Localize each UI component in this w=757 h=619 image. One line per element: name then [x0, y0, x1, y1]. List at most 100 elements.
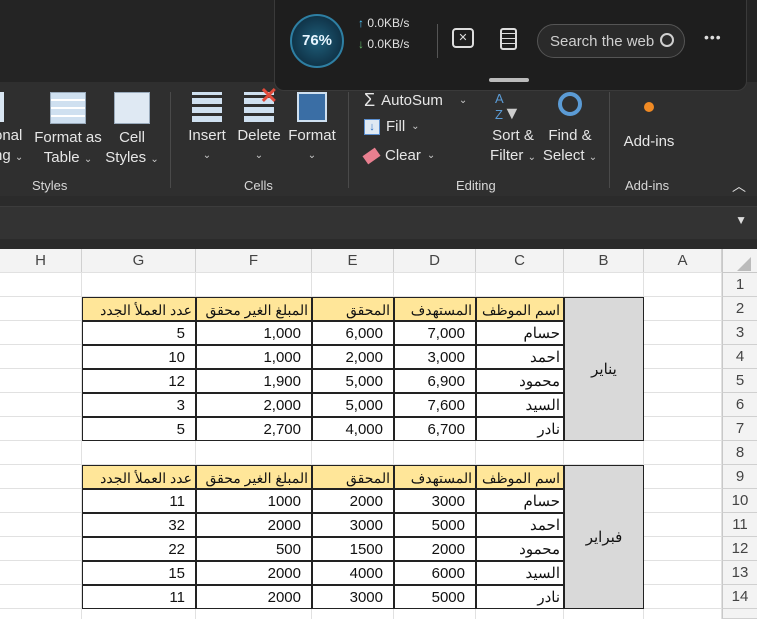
value-cell[interactable]: 2,700 — [196, 417, 312, 441]
value-cell[interactable]: 22 — [82, 537, 196, 561]
fill-button[interactable]: ↓ Fill ⌄ — [364, 118, 420, 135]
value-cell[interactable]: 5,000 — [312, 369, 394, 393]
row-header[interactable]: 2 — [722, 297, 757, 321]
employee-name-cell[interactable]: احمد — [476, 513, 564, 537]
value-cell[interactable]: 2000 — [312, 489, 394, 513]
value-cell[interactable]: 1,900 — [196, 369, 312, 393]
format-as-table-button[interactable]: Format as Table ⌄ — [32, 92, 104, 170]
collapse-ribbon-icon[interactable]: ︿ — [732, 176, 746, 196]
row-header[interactable]: 1 — [722, 273, 757, 297]
insert-button[interactable]: Insert ⌄ — [184, 92, 230, 166]
value-cell[interactable]: 5 — [82, 321, 196, 345]
chevron-down-icon: ⌄ — [14, 152, 24, 163]
employee-name-cell[interactable]: نادر — [476, 417, 564, 441]
value-cell[interactable]: 500 — [196, 537, 312, 561]
row-header[interactable] — [722, 609, 757, 619]
autosum-button[interactable]: Σ AutoSum ⌄ — [364, 90, 467, 111]
value-cell[interactable]: 1,000 — [196, 345, 312, 369]
employee-name-cell[interactable]: نادر — [476, 585, 564, 609]
employee-name-cell[interactable]: حسام — [476, 321, 564, 345]
value-cell[interactable]: 5000 — [394, 585, 476, 609]
value-cell[interactable]: 3 — [82, 393, 196, 417]
delete-label: Delete — [237, 127, 281, 144]
formula-bar[interactable]: ▼ — [0, 206, 757, 239]
find-select-button[interactable]: Find & Select ⌄ — [541, 92, 599, 168]
web-search-box[interactable]: Search the web — [537, 24, 685, 58]
value-cell[interactable]: 11 — [82, 585, 196, 609]
value-cell[interactable]: 2000 — [196, 561, 312, 585]
value-cell[interactable]: 2000 — [394, 537, 476, 561]
value-cell[interactable]: 5 — [82, 417, 196, 441]
value-cell[interactable]: 7,000 — [394, 321, 476, 345]
value-cell[interactable]: 2000 — [196, 585, 312, 609]
column-header[interactable]: C — [476, 249, 564, 273]
value-cell[interactable]: 4000 — [312, 561, 394, 585]
employee-name-cell[interactable]: احمد — [476, 345, 564, 369]
row-header[interactable]: 4 — [722, 345, 757, 369]
screenshot-tool-icon[interactable]: ✕ — [452, 28, 474, 48]
employee-name-cell[interactable]: محمود — [476, 369, 564, 393]
value-cell[interactable]: 5000 — [394, 513, 476, 537]
column-header[interactable]: H — [0, 249, 82, 273]
row-header[interactable]: 10 — [722, 489, 757, 513]
employee-name-cell[interactable]: حسام — [476, 489, 564, 513]
clear-button[interactable]: Clear ⌄ — [362, 147, 435, 164]
column-header[interactable]: E — [312, 249, 394, 273]
column-header[interactable]: B — [564, 249, 644, 273]
value-cell[interactable]: 11 — [82, 489, 196, 513]
value-cell[interactable]: 3000 — [312, 585, 394, 609]
column-header[interactable]: G — [82, 249, 196, 273]
row-header[interactable]: 5 — [722, 369, 757, 393]
row-header[interactable]: 13 — [722, 561, 757, 585]
more-options-icon[interactable]: ••• — [704, 29, 722, 45]
row-header[interactable]: 7 — [722, 417, 757, 441]
value-cell[interactable]: 1500 — [312, 537, 394, 561]
expand-formula-bar-icon[interactable]: ▼ — [735, 213, 747, 227]
speed-gauge[interactable]: 76% — [290, 14, 344, 68]
value-cell[interactable]: 4,000 — [312, 417, 394, 441]
row-header[interactable]: 12 — [722, 537, 757, 561]
month-merged-cell[interactable]: فبراير — [564, 465, 644, 609]
value-cell[interactable]: 3,000 — [394, 345, 476, 369]
delete-button[interactable]: ✕ Delete ⌄ — [234, 85, 284, 166]
value-cell[interactable]: 7,600 — [394, 393, 476, 417]
column-header[interactable]: D — [394, 249, 476, 273]
employee-name-cell[interactable]: السيد — [476, 393, 564, 417]
value-cell[interactable]: 6000 — [394, 561, 476, 585]
value-cell[interactable]: 1000 — [196, 489, 312, 513]
row-header[interactable]: 14 — [722, 585, 757, 609]
row-header[interactable]: 11 — [722, 513, 757, 537]
value-cell[interactable]: 6,000 — [312, 321, 394, 345]
employee-name-cell[interactable]: محمود — [476, 537, 564, 561]
column-header[interactable]: F — [196, 249, 312, 273]
value-cell[interactable]: 2,000 — [312, 345, 394, 369]
sort-filter-button[interactable]: A Z▼ Sort & Filter ⌄ — [486, 92, 540, 168]
value-cell[interactable]: 3000 — [394, 489, 476, 513]
value-cell[interactable]: 1,000 — [196, 321, 312, 345]
value-cell[interactable]: 2,000 — [196, 393, 312, 417]
value-cell[interactable]: 6,700 — [394, 417, 476, 441]
drag-handle[interactable] — [489, 78, 529, 82]
row-header[interactable]: 6 — [722, 393, 757, 417]
value-cell[interactable]: 10 — [82, 345, 196, 369]
conditional-formatting-button[interactable]: onal ng ⌄ — [0, 92, 24, 168]
value-cell[interactable]: 15 — [82, 561, 196, 585]
add-ins-icon — [644, 102, 654, 112]
value-cell[interactable]: 32 — [82, 513, 196, 537]
value-cell[interactable]: 12 — [82, 369, 196, 393]
column-header[interactable]: A — [644, 249, 722, 273]
value-cell[interactable]: 5,000 — [312, 393, 394, 417]
add-ins-button[interactable]: Add-ins — [620, 92, 678, 152]
value-cell[interactable]: 6,900 — [394, 369, 476, 393]
value-cell[interactable]: 3000 — [312, 513, 394, 537]
format-button[interactable]: Format ⌄ — [286, 92, 338, 166]
month-merged-cell[interactable]: يناير — [564, 297, 644, 441]
row-header[interactable]: 9 — [722, 465, 757, 489]
styles-group-label: Styles — [32, 178, 68, 193]
notes-icon[interactable] — [500, 28, 517, 50]
cell-styles-button[interactable]: Cell Styles ⌄ — [104, 92, 160, 170]
row-header[interactable]: 8 — [722, 441, 757, 465]
employee-name-cell[interactable]: السيد — [476, 561, 564, 585]
value-cell[interactable]: 2000 — [196, 513, 312, 537]
row-header[interactable]: 3 — [722, 321, 757, 345]
